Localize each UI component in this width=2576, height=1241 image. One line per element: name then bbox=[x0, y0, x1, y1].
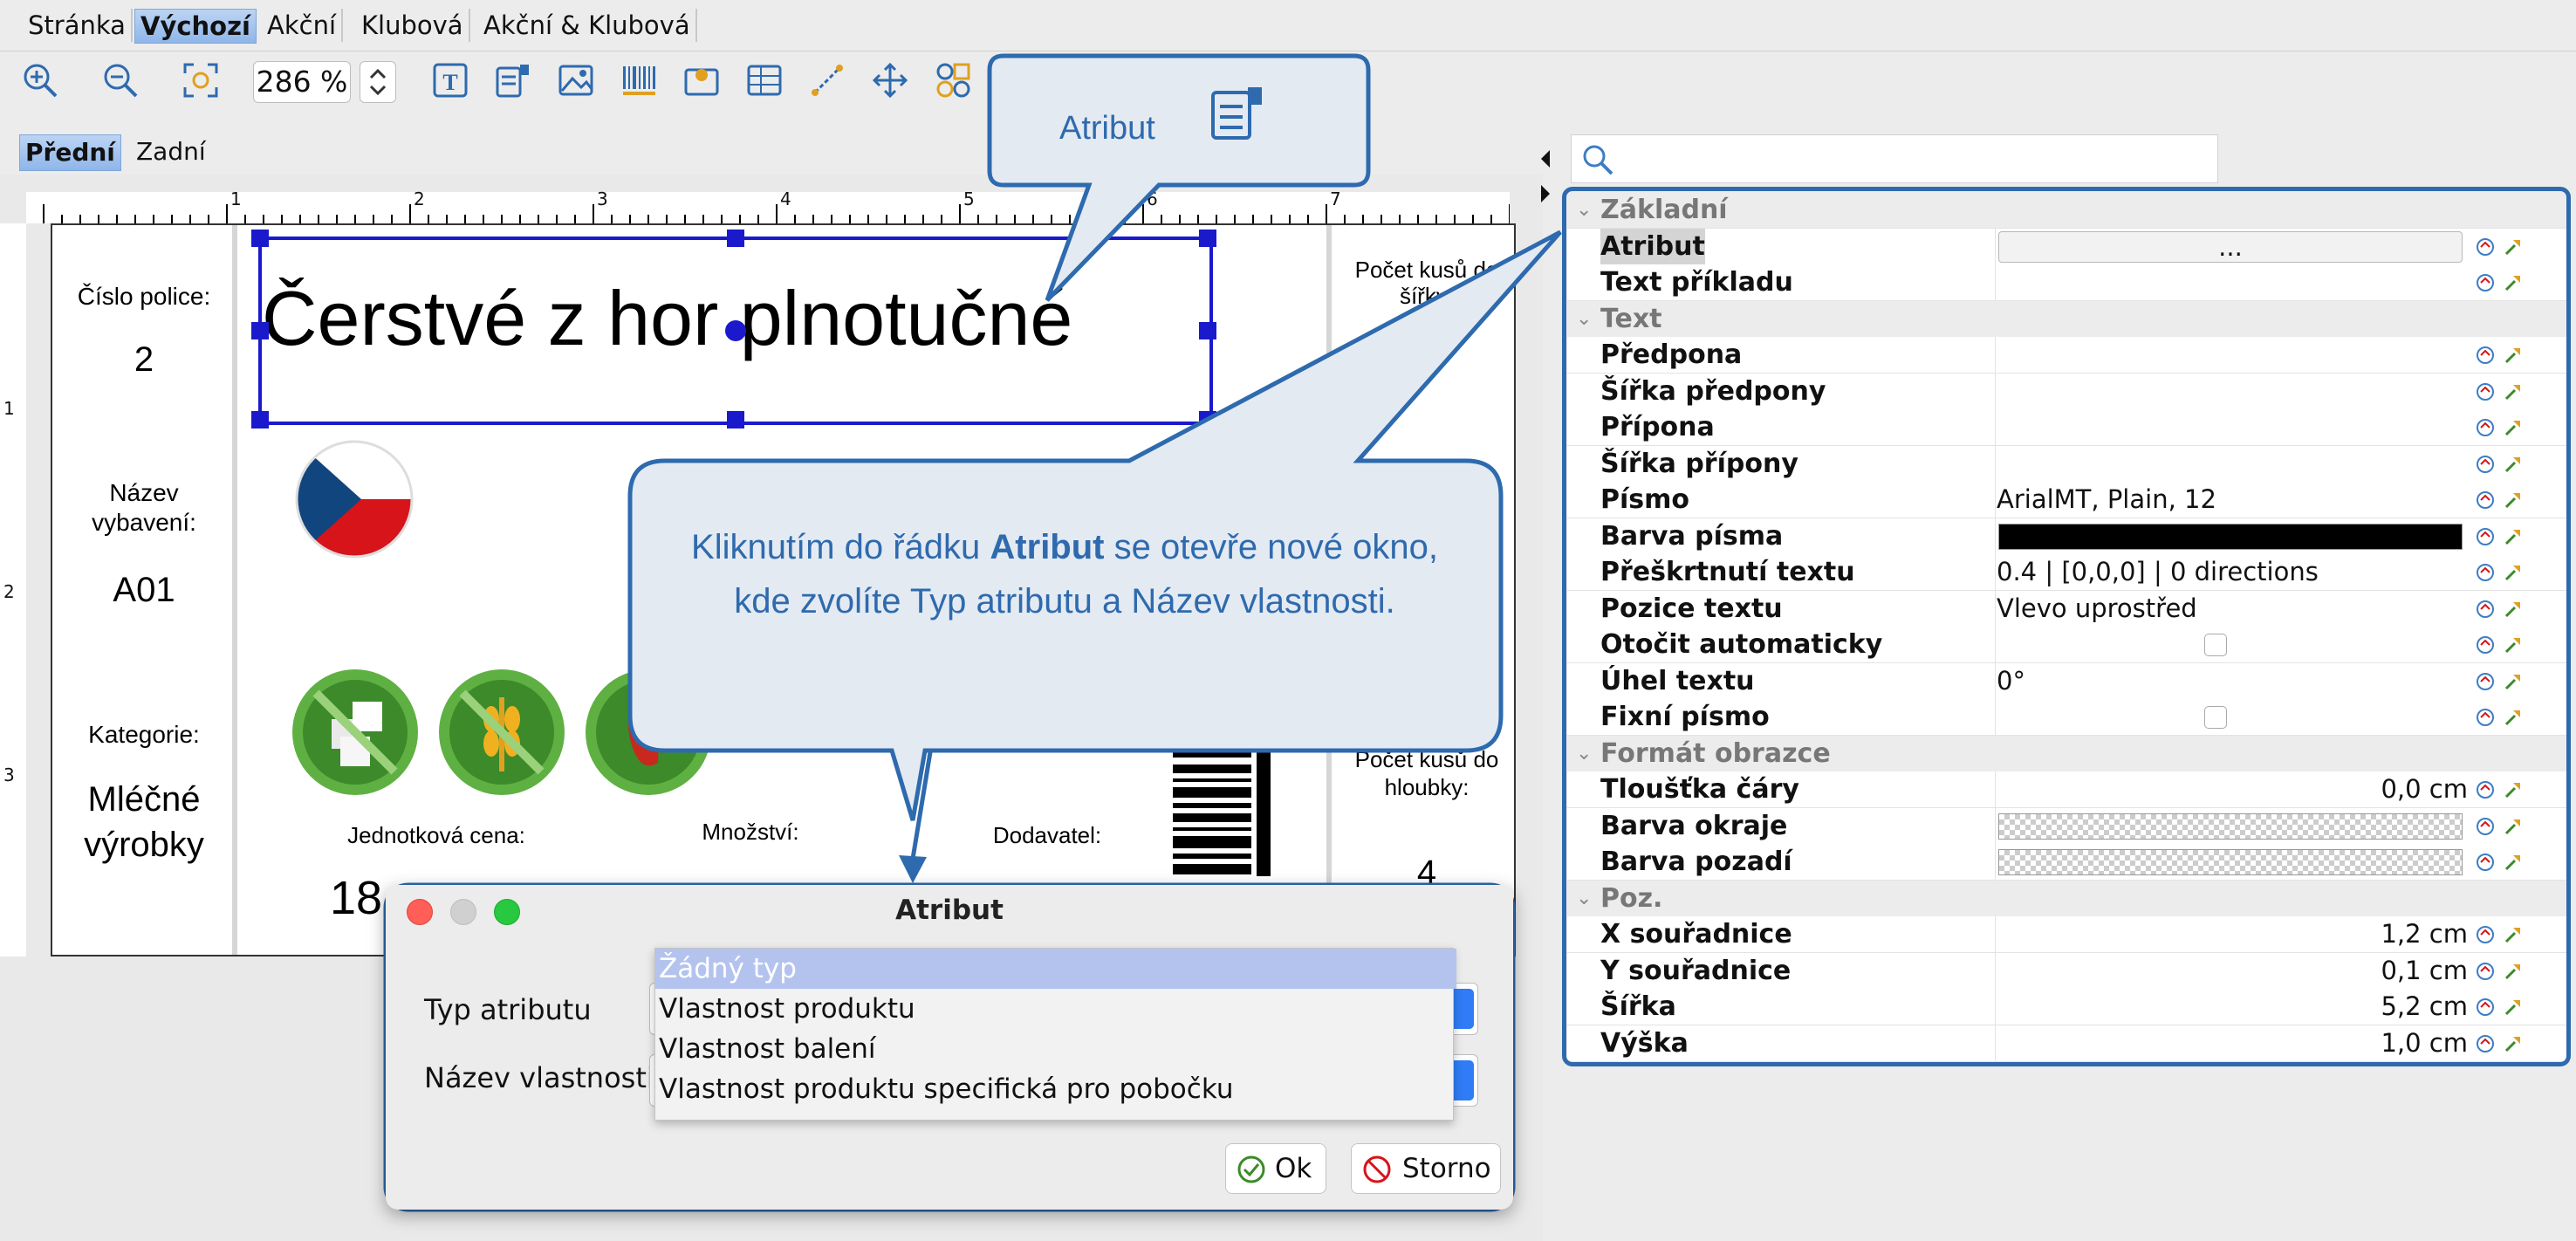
depth-count-label: Počet kusů do hloubky: bbox=[1354, 746, 1499, 800]
resize-handle[interactable] bbox=[727, 411, 744, 429]
search-icon bbox=[1583, 145, 1613, 175]
ruler-number: 6 bbox=[1147, 189, 1158, 209]
ruler-top: 1 2 3 4 5 6 7 bbox=[26, 189, 1511, 223]
ruler-number: 1 bbox=[3, 398, 15, 419]
ruler-number: 3 bbox=[3, 764, 15, 785]
attribute-type-label: Typ atributu bbox=[424, 993, 592, 1026]
resize-handle[interactable] bbox=[251, 230, 269, 247]
resize-handle[interactable] bbox=[251, 411, 269, 429]
tab-zadni[interactable]: Zadní bbox=[131, 134, 211, 169]
ruler-number: 4 bbox=[780, 189, 791, 209]
attribute-callout-title: Atribut bbox=[1059, 110, 1155, 147]
ok-label: Ok bbox=[1275, 1153, 1312, 1184]
zoom-stepper[interactable] bbox=[360, 61, 396, 103]
equipment-name-value: A01 bbox=[113, 571, 175, 609]
dropdown-option[interactable]: Vlastnost produktu specifická pro pobočk… bbox=[655, 1069, 1456, 1109]
zoom-input[interactable]: 286 % bbox=[253, 61, 351, 103]
resize-handle[interactable] bbox=[1199, 411, 1216, 429]
ok-icon bbox=[1237, 1155, 1265, 1183]
ruler-number: 2 bbox=[414, 189, 425, 209]
cancel-label: Storno bbox=[1402, 1153, 1491, 1184]
collapse-left-icon[interactable] bbox=[1539, 148, 1552, 169]
image-icon[interactable] bbox=[557, 61, 595, 99]
shelf-number-value: 2 bbox=[134, 340, 154, 379]
chili-icon bbox=[583, 667, 714, 798]
text-field-icon[interactable]: T bbox=[431, 61, 469, 99]
map-pin-icon[interactable] bbox=[682, 61, 721, 99]
top-tab-bar: Stránka Výchozí Akční Klubová Akční & Kl… bbox=[0, 0, 2576, 51]
cancel-icon bbox=[1363, 1155, 1391, 1183]
attribute-type-dropdown: Žádný typ Vlastnost produktu Vlastnost b… bbox=[654, 948, 1456, 1121]
divider bbox=[232, 225, 237, 955]
property-name-label: Název vlastnosti bbox=[424, 1061, 654, 1094]
shelf-number-label: Číslo police: bbox=[77, 283, 211, 310]
attribute-icon[interactable] bbox=[494, 61, 532, 99]
tab-akcni[interactable]: Akční bbox=[262, 9, 344, 42]
rotate-handle[interactable] bbox=[725, 320, 746, 341]
tab-klubova[interactable]: Klubová bbox=[356, 9, 470, 42]
move-icon[interactable] bbox=[871, 61, 909, 99]
tab-predni[interactable]: Přední bbox=[19, 134, 121, 171]
category-label: Kategorie: bbox=[88, 721, 200, 748]
ruler-number: 7 bbox=[1330, 189, 1341, 209]
cancel-button[interactable]: Storno bbox=[1351, 1143, 1501, 1194]
property-table-highlight bbox=[1562, 187, 2571, 1066]
info-text-before: Kliknutím do řádku bbox=[691, 528, 981, 566]
line-icon[interactable] bbox=[808, 61, 846, 99]
svg-text:T: T bbox=[442, 70, 457, 95]
dialog-title: Atribut bbox=[895, 895, 1004, 926]
fit-icon[interactable] bbox=[182, 61, 220, 99]
ruler-number: 5 bbox=[963, 189, 975, 209]
info-text-bold: Atribut bbox=[990, 528, 1105, 566]
dropdown-option[interactable]: Vlastnost balení bbox=[655, 1029, 1456, 1069]
width-count-label: Počet kusů do šířky: bbox=[1354, 257, 1499, 309]
ruler-number: 2 bbox=[3, 581, 15, 602]
info-callout-text: Kliknutím do řádku Atribut se otevře nov… bbox=[672, 520, 1457, 628]
table-icon[interactable] bbox=[745, 61, 784, 99]
czech-flag-icon bbox=[293, 438, 415, 560]
shapes-icon[interactable] bbox=[934, 61, 972, 99]
equipment-name-label: Název vybavení: bbox=[92, 479, 196, 536]
property-search-input[interactable] bbox=[1571, 134, 2218, 183]
resize-handle[interactable] bbox=[727, 230, 744, 247]
resize-handle[interactable] bbox=[1199, 322, 1216, 339]
dropdown-option[interactable]: Žádný typ bbox=[655, 949, 1456, 989]
ruler-number: 3 bbox=[597, 189, 608, 209]
barcode-icon[interactable] bbox=[620, 61, 658, 99]
selection-frame[interactable] bbox=[251, 230, 1216, 429]
collapse-right-icon[interactable] bbox=[1539, 183, 1552, 204]
attribute-callout-icon bbox=[1209, 84, 1265, 141]
category-value: Mléčné výrobky bbox=[84, 780, 204, 864]
ruler-number: 1 bbox=[230, 189, 242, 209]
supplier-label: Dodavatel: bbox=[992, 822, 1102, 848]
gluten-free-icon bbox=[436, 667, 567, 798]
dropdown-option[interactable]: Vlastnost produktu bbox=[655, 989, 1456, 1029]
no-sugar-icon bbox=[290, 667, 421, 798]
resize-handle[interactable] bbox=[251, 322, 269, 339]
ok-button[interactable]: Ok bbox=[1225, 1143, 1326, 1194]
unit-price-label: Jednotková cena: bbox=[347, 822, 525, 848]
zoom-in-icon[interactable] bbox=[21, 61, 59, 99]
quantity-label: Množství: bbox=[702, 819, 799, 845]
ruler-left: 1 2 3 bbox=[0, 223, 26, 956]
tab-stranka[interactable]: Stránka bbox=[23, 9, 133, 42]
resize-handle[interactable] bbox=[1199, 230, 1216, 247]
barcode bbox=[1173, 752, 1274, 876]
zoom-out-icon[interactable] bbox=[101, 61, 140, 99]
tab-akcni-klubova[interactable]: Akční & Klubová bbox=[478, 9, 697, 42]
tab-vychozi[interactable]: Výchozí bbox=[134, 9, 257, 44]
